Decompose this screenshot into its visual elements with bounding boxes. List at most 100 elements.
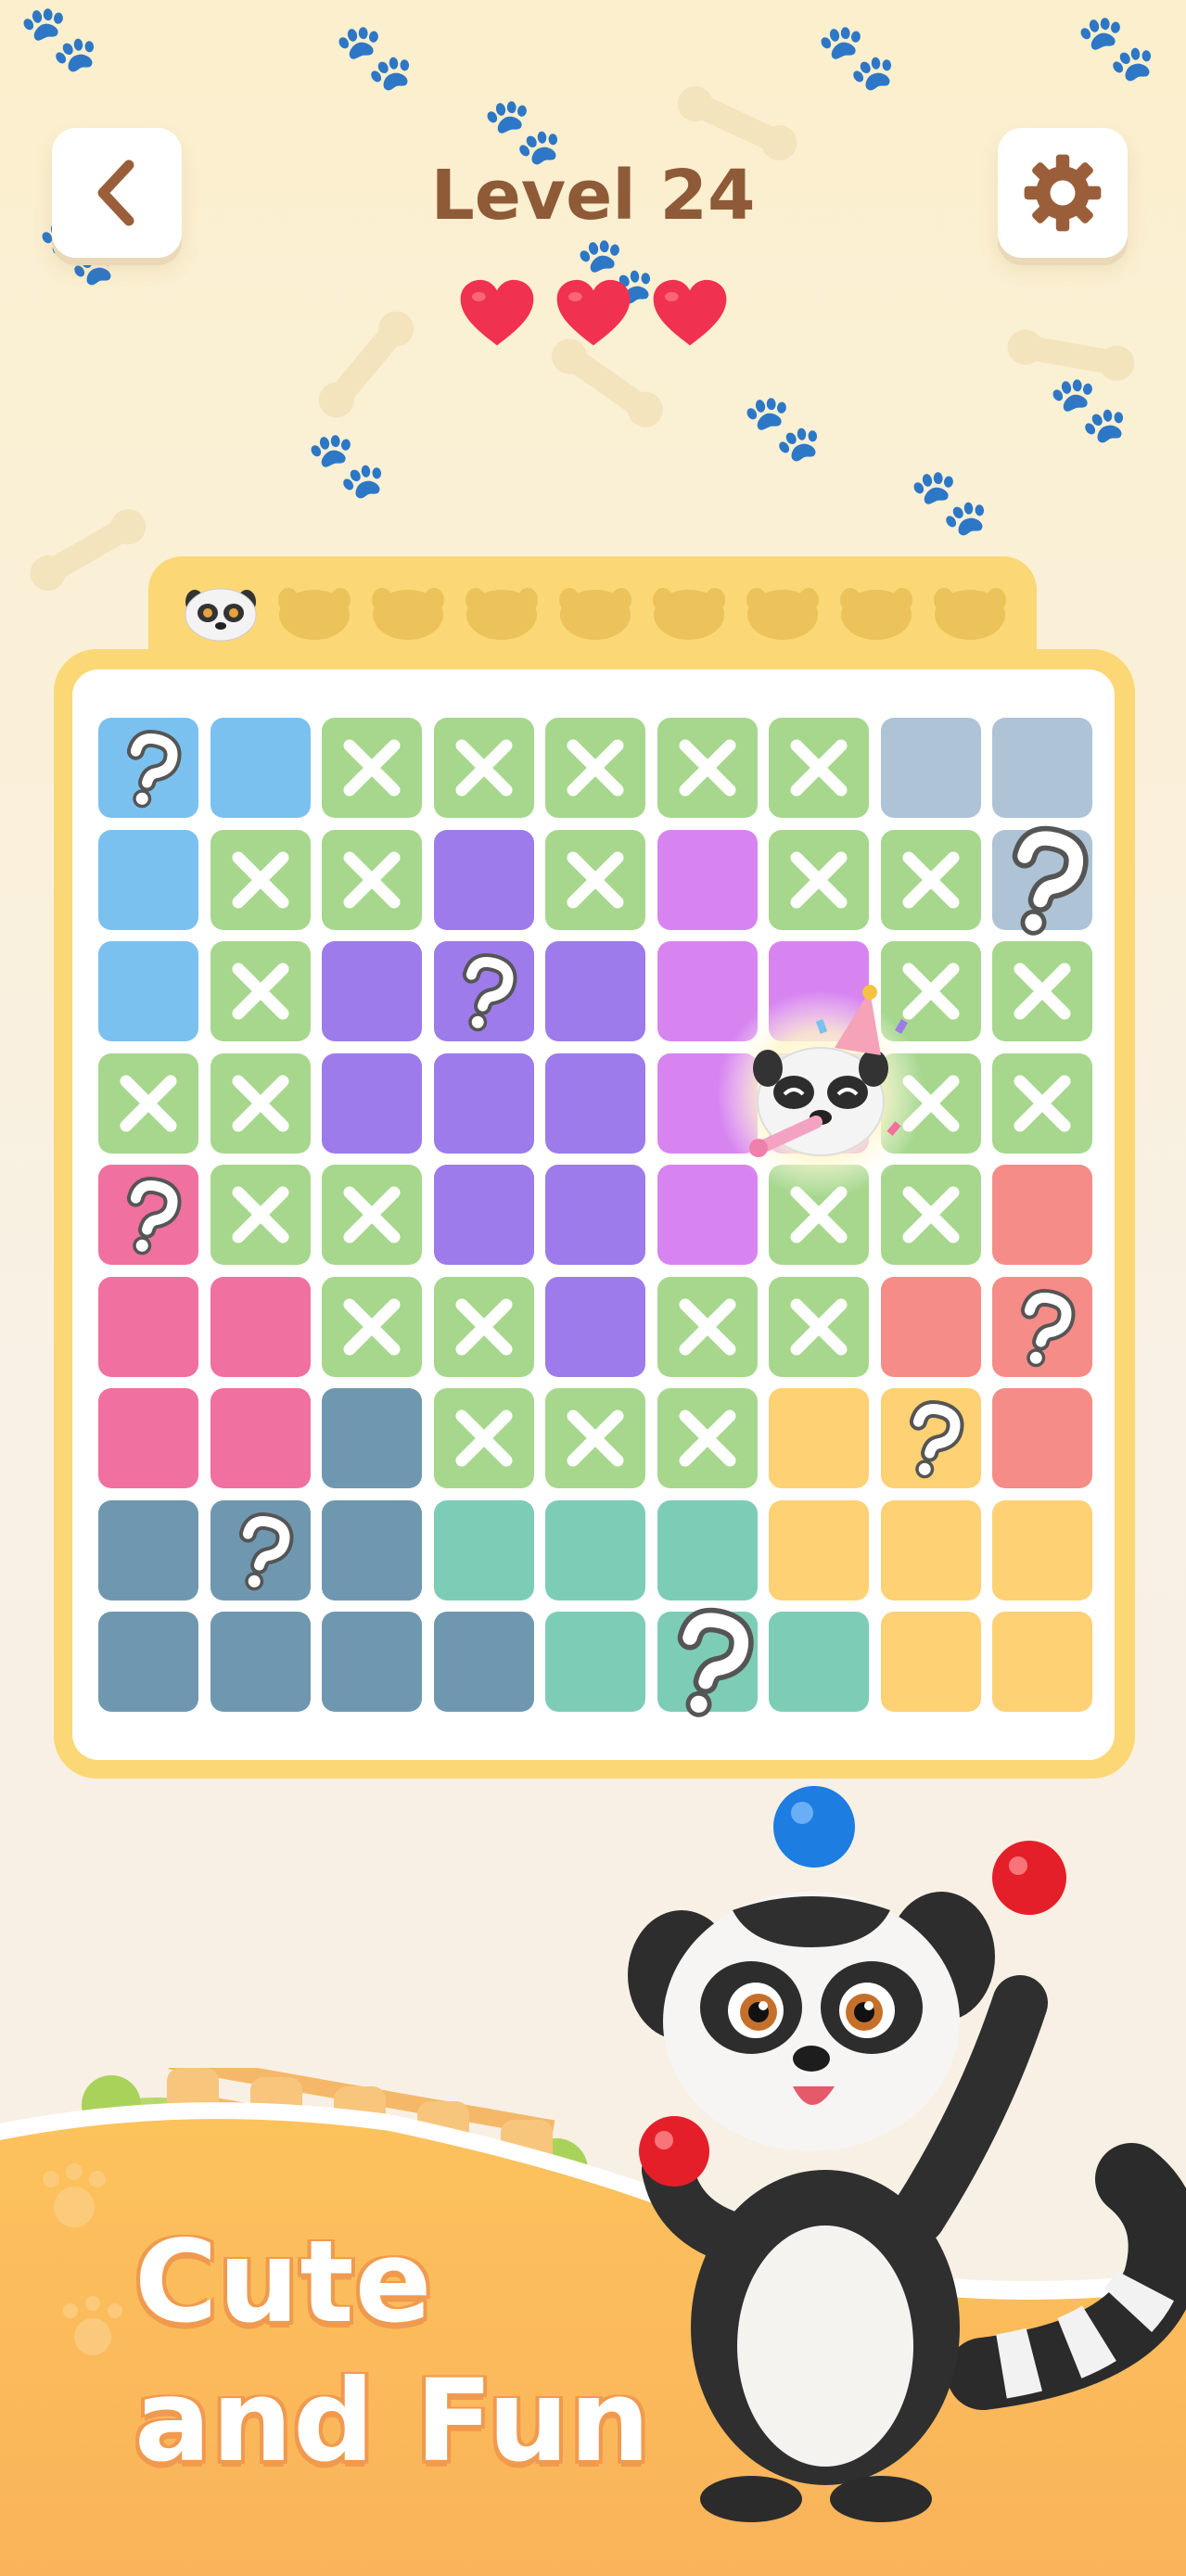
grid-cell[interactable] (769, 1612, 869, 1712)
question-mark-icon (1012, 825, 1089, 936)
grid-cell-marked[interactable] (433, 1276, 534, 1377)
grid-cell-marked[interactable] (769, 718, 869, 818)
grid-cell[interactable] (992, 1388, 1092, 1488)
heart-icon (556, 279, 630, 346)
grid-cell[interactable] (545, 1499, 645, 1600)
grid-cell[interactable] (992, 1499, 1092, 1600)
grid-cell-marked[interactable] (210, 941, 311, 1041)
cross-icon (790, 851, 848, 908)
grid-cell[interactable] (322, 1612, 422, 1712)
grid-cell[interactable] (992, 718, 1092, 818)
grid-cell-marked[interactable] (880, 829, 981, 930)
grid-cell[interactable] (769, 1388, 869, 1488)
grid-cell-marked[interactable] (210, 1052, 311, 1154)
grid-cell[interactable] (657, 1499, 758, 1600)
question-mark-icon (238, 1511, 293, 1590)
settings-button[interactable] (998, 128, 1128, 258)
grid-cell-hint[interactable] (992, 825, 1092, 936)
grid-cell-marked[interactable] (992, 941, 1092, 1041)
empty-slot-icon (278, 588, 351, 640)
question-mark-icon (126, 729, 182, 809)
grid-cell[interactable] (210, 1612, 311, 1712)
grid-cell-marked[interactable] (657, 1276, 758, 1377)
puzzle-grid (98, 718, 1092, 1717)
cross-icon (679, 1298, 735, 1355)
grid-cell-marked[interactable] (769, 829, 869, 930)
grid-cell-marked[interactable] (98, 1052, 198, 1154)
grid-cell[interactable] (545, 1052, 645, 1154)
cross-icon (1014, 963, 1071, 1020)
grid-cell-hint[interactable] (992, 1276, 1092, 1377)
grid-cell-marked[interactable] (992, 1052, 1092, 1154)
cross-icon (902, 851, 959, 908)
grid-cell[interactable] (433, 829, 534, 930)
grid-cell[interactable] (322, 1499, 422, 1600)
question-mark-icon (677, 1607, 754, 1717)
gear-icon (1024, 154, 1102, 232)
grid-cell[interactable] (322, 1388, 422, 1488)
grid-cell[interactable] (992, 1612, 1092, 1712)
grid-cell[interactable] (880, 1276, 981, 1377)
grid-cell[interactable] (880, 1499, 981, 1600)
grid-cell-marked[interactable] (210, 829, 311, 930)
empty-slot-icon (465, 588, 538, 640)
grid-cell[interactable] (769, 1499, 869, 1600)
grid-cell-hint[interactable] (98, 718, 198, 818)
heart-icon (460, 279, 533, 346)
grid-cell-marked[interactable] (433, 1388, 534, 1488)
paw-icon: 🐾 (1048, 371, 1129, 447)
empty-slot-icon (559, 588, 631, 640)
grid-cell[interactable] (322, 941, 422, 1041)
cross-icon (343, 739, 401, 797)
grid-cell[interactable] (433, 1052, 534, 1154)
grid-cell-marked[interactable] (433, 718, 534, 818)
grid-cell[interactable] (545, 1612, 645, 1712)
grid-cell[interactable] (98, 829, 198, 930)
grid-cell-marked[interactable] (769, 1276, 869, 1377)
grid-cell[interactable] (210, 1388, 311, 1488)
grid-cell-marked[interactable] (322, 1165, 422, 1265)
paw-icon: 🐾 (909, 464, 990, 540)
question-mark-icon (126, 1176, 182, 1256)
grid-cell[interactable] (433, 1499, 534, 1600)
grid-cell-marked[interactable] (657, 718, 758, 818)
grid-cell-marked[interactable] (322, 718, 422, 818)
grid-cell-hint[interactable] (433, 941, 534, 1041)
grid-cell[interactable] (210, 1276, 311, 1377)
grid-cell-marked[interactable] (545, 1388, 645, 1488)
grid-cell[interactable] (98, 1612, 198, 1712)
cross-icon (232, 1075, 288, 1131)
grid-cell-hint[interactable] (98, 1165, 198, 1265)
grid-cell[interactable] (98, 941, 198, 1041)
grid-cell[interactable] (992, 1165, 1092, 1265)
grid-cell-hint[interactable] (657, 1607, 758, 1717)
grid-cell[interactable] (98, 1388, 198, 1488)
grid-cell-marked[interactable] (210, 1165, 311, 1265)
grid-cell[interactable] (545, 941, 645, 1041)
grid-cell[interactable] (322, 1052, 422, 1154)
grid-cell-marked[interactable] (545, 829, 645, 930)
grid-cell-marked[interactable] (322, 1276, 422, 1377)
grid-cell[interactable] (880, 1612, 981, 1712)
grid-cell[interactable] (545, 1165, 645, 1265)
heart-icon (653, 279, 726, 346)
grid-cell[interactable] (657, 829, 758, 930)
paw-icon: 🐾 (19, 0, 100, 76)
question-mark-icon (909, 1399, 963, 1479)
grid-cell[interactable] (210, 718, 311, 818)
grid-cell[interactable] (545, 1276, 645, 1377)
party-lemur-icon (717, 985, 925, 1196)
grid-cell-hint[interactable] (210, 1499, 311, 1600)
grid-cell-marked[interactable] (545, 718, 645, 818)
grid-cell[interactable] (98, 1499, 198, 1600)
grid-cell-marked[interactable] (322, 829, 422, 930)
grid-cell[interactable] (433, 1612, 534, 1712)
grid-cell[interactable] (98, 1276, 198, 1377)
grid-cell[interactable] (880, 718, 981, 818)
empty-slot-icon (840, 588, 912, 640)
cross-icon (790, 739, 848, 797)
cross-icon (567, 739, 624, 797)
grid-cell-marked[interactable] (657, 1388, 758, 1488)
grid-cell-hint[interactable] (880, 1388, 981, 1488)
grid-cell[interactable] (433, 1165, 534, 1265)
